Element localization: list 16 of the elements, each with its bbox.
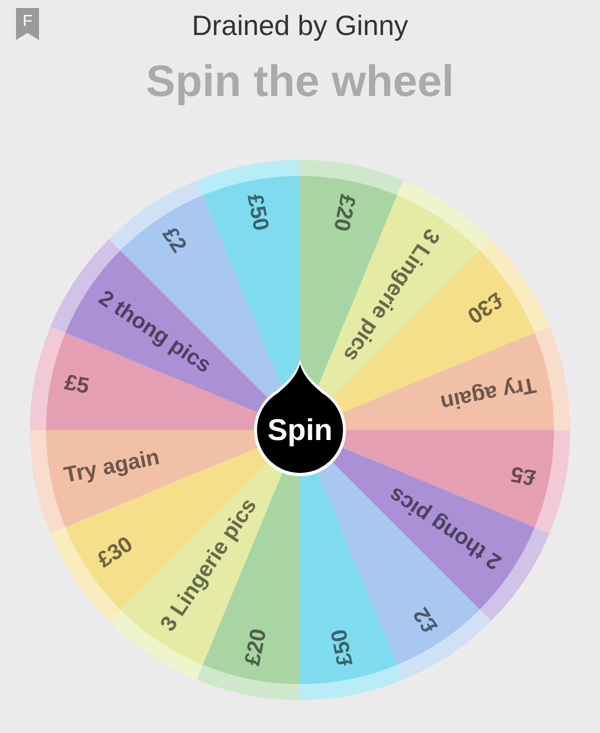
segment-label: £5 <box>62 369 92 399</box>
page-title: Drained by Ginny <box>192 9 408 43</box>
segment-label: £2 <box>408 603 442 638</box>
segment-label: Try again <box>438 372 538 416</box>
segment-label: £30 <box>92 531 137 572</box>
segment-label: Try again <box>62 444 162 488</box>
segment-label: £5 <box>508 461 538 491</box>
spin-button[interactable]: Spin <box>254 360 346 476</box>
wheel-heading: Spin the wheel <box>146 56 454 108</box>
bookmark-badge: F <box>16 8 39 40</box>
segment-label: £2 <box>158 222 192 257</box>
segment-label: £50 <box>326 627 358 668</box>
segment-label: £20 <box>329 192 361 234</box>
segment-label: £50 <box>242 192 274 233</box>
segment-label: £30 <box>463 288 508 329</box>
segment-label: £20 <box>239 626 271 668</box>
